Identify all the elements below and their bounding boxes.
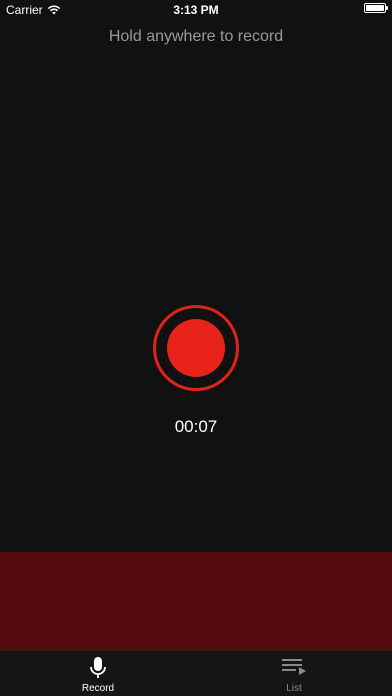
status-bar: Carrier 3:13 PM <box>0 0 392 20</box>
microphone-icon <box>90 657 106 678</box>
battery-icon <box>364 3 388 13</box>
tab-list[interactable]: List <box>196 651 392 696</box>
record-hint: Hold anywhere to record <box>108 28 284 45</box>
tab-record[interactable]: Record <box>0 651 196 696</box>
recording-timer: 00:07 <box>174 417 218 436</box>
status-time: 3:13 PM <box>173 3 219 17</box>
status-right <box>364 3 388 13</box>
list-icon <box>282 659 306 675</box>
record-dot <box>167 319 225 377</box>
tab-list-label: List <box>286 683 302 694</box>
tab-bar: Record List <box>0 650 392 696</box>
audio-level-panel <box>0 552 392 650</box>
battery-fill <box>366 5 384 11</box>
battery-tip <box>386 6 388 10</box>
record-button[interactable] <box>153 305 239 391</box>
tab-record-label: Record <box>81 683 115 694</box>
